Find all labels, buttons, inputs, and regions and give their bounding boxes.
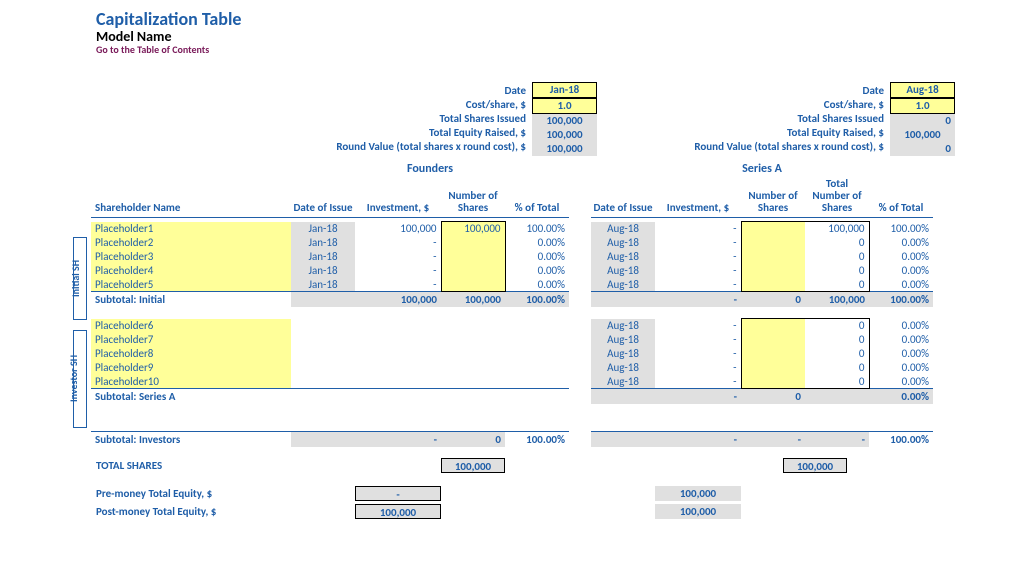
post-money-f: 100,000 [355, 504, 441, 519]
label-total-equity-a: Total Equity Raised, $ [619, 126, 884, 140]
founders-date[interactable]: Jan-18 [532, 82, 597, 98]
page-title: Capitalization Table [96, 8, 1024, 30]
shareholder-name[interactable]: Placeholder6 [91, 319, 291, 333]
label-total-shares-a: Total Shares Issued [619, 112, 884, 126]
hdr-shares-a: Number of Shares [741, 176, 805, 218]
hdr-shares-f: Number of Shares [441, 176, 505, 218]
shareholder-name[interactable]: Placeholder7 [91, 333, 291, 347]
hdr-date-a: Date of Issue [591, 176, 655, 218]
table-row: Placeholder10Aug-18-00.00% [0, 375, 933, 389]
hdr-date-f: Date of Issue [291, 176, 355, 218]
founders-round-value: 100,000 [532, 142, 597, 156]
table-row: Placeholder7Aug-18-00.00% [0, 333, 933, 347]
hdr-total-a: Total Number of Shares [805, 176, 869, 218]
table-row: Placeholder4Jan-18-0.00%Aug-18-00.00% [0, 264, 933, 278]
cap-table: Shareholder Name Date of Issue Investmen… [0, 176, 933, 447]
label-total-shares: Total Shares Issued [291, 112, 526, 126]
label-cost-share: Cost/share, $ [291, 98, 526, 112]
hdr-shareholder: Shareholder Name [91, 176, 291, 218]
founders-shares: 100,000 [532, 114, 597, 128]
shareholder-name[interactable]: Placeholder1 [91, 222, 291, 236]
shareholder-name[interactable]: Placeholder10 [91, 375, 291, 389]
seriesa-header: Series A [591, 162, 933, 176]
pre-money-row: Pre-money Total Equity, $ - 100,000 [0, 485, 1024, 503]
seriesa-cost[interactable]: 1.0 [890, 98, 955, 114]
hdr-pct-f: % of Total [505, 176, 569, 218]
total-shares-f: 100,000 [441, 458, 505, 473]
table-row: Placeholder9Aug-18-00.00% [0, 361, 933, 375]
label-cost-share-a: Cost/share, $ [619, 98, 884, 112]
table-row: Placeholder6Aug-18-00.00% [0, 319, 933, 333]
label-date-a: Date [619, 84, 884, 98]
founders-equity: 100,000 [532, 128, 597, 142]
shareholder-name[interactable]: Placeholder5 [91, 278, 291, 292]
hdr-pct-a: % of Total [869, 176, 933, 218]
founders-header: Founders [291, 162, 569, 176]
total-shares-row: TOTAL SHARES 100,000 100,000 [0, 457, 1024, 475]
table-row: Placeholder5Jan-18-0.00%Aug-18-00.00% [0, 278, 933, 292]
founders-cost[interactable]: 1.0 [532, 98, 597, 114]
table-row: Placeholder2Jan-18-0.00%Aug-18-00.00% [0, 236, 933, 250]
seriesa-equity: 100,000 [890, 128, 955, 142]
label-round-value: Round Value (total shares x round cost),… [291, 140, 526, 154]
subtotal-seriesa: Subtotal: Series A - 0 0.00% [0, 389, 933, 404]
toc-link[interactable]: Go to the Table of Contents [96, 43, 1024, 56]
pre-money-f: - [355, 486, 441, 501]
shareholder-name[interactable]: Placeholder9 [91, 361, 291, 375]
total-shares-a: 100,000 [783, 458, 847, 473]
subtotal-investors: Subtotal: Investors - 0 100.00% - - - 10… [0, 432, 933, 447]
table-row: Placeholder8Aug-18-00.00% [0, 347, 933, 361]
post-money-a: 100,000 [655, 504, 741, 519]
pre-money-a: 100,000 [655, 486, 741, 501]
post-money-row: Post-money Total Equity, $ 100,000 100,0… [0, 503, 1024, 521]
shareholder-name[interactable]: Placeholder8 [91, 347, 291, 361]
label-date: Date [291, 84, 526, 98]
seriesa-shares: 0 [890, 114, 955, 128]
shareholder-name[interactable]: Placeholder2 [91, 236, 291, 250]
table-row: Placeholder1Jan-18100,000100,000100.00%A… [0, 222, 933, 236]
hdr-inv-f: Investment, $ [355, 176, 441, 218]
label-total-equity: Total Equity Raised, $ [291, 126, 526, 140]
shareholder-name[interactable]: Placeholder4 [91, 264, 291, 278]
summary-band: Date Cost/share, $ Total Shares Issued T… [0, 82, 955, 156]
hdr-inv-a: Investment, $ [655, 176, 741, 218]
seriesa-round-value: 0 [890, 142, 955, 156]
shareholder-name[interactable]: Placeholder3 [91, 250, 291, 264]
label-round-value-a: Round Value (total shares x round cost),… [619, 140, 884, 154]
table-row: Placeholder3Jan-18-0.00%Aug-18-00.00% [0, 250, 933, 264]
seriesa-date[interactable]: Aug-18 [890, 82, 955, 98]
subtotal-initial: Subtotal: Initial 100,000 100,000 100.00… [0, 292, 933, 307]
